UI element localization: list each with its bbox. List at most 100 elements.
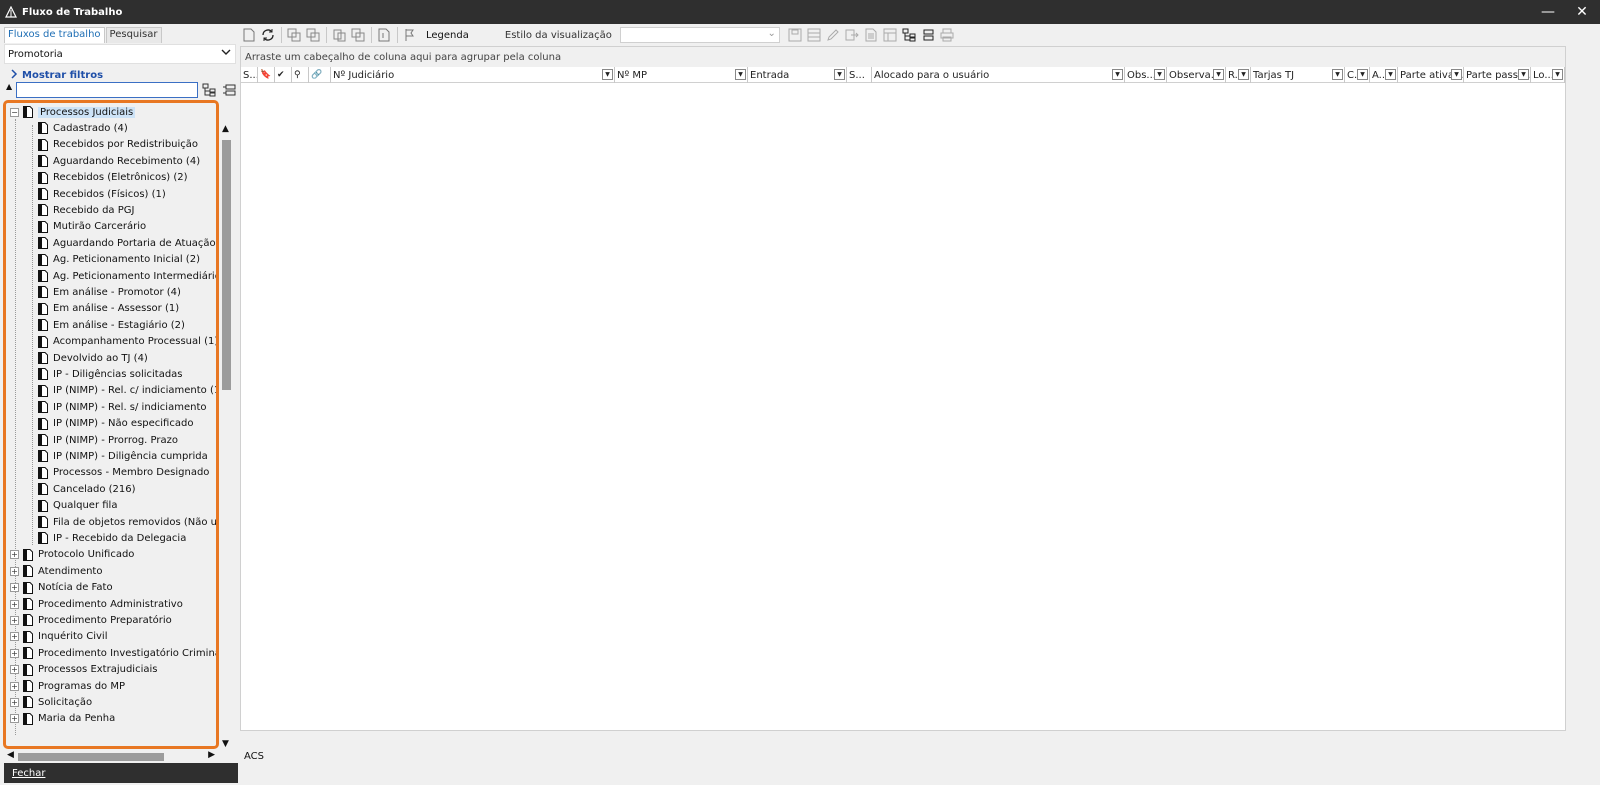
column-filter-icon[interactable]: ▼ <box>1332 69 1343 80</box>
tree-child-item[interactable]: Recebido da PGJ <box>38 202 134 218</box>
tree-child-item[interactable]: IP (NIMP) - Diligência cumprida <box>38 448 208 464</box>
grid-column-header[interactable]: S... <box>847 67 872 83</box>
tree-child-item[interactable]: IP (NIMP) - Prorrog. Prazo <box>38 432 178 448</box>
grid-column-header[interactable]: C... ▼ <box>1345 67 1370 83</box>
column-filter-icon[interactable]: ▼ <box>1213 69 1224 80</box>
grid-column-header[interactable]: ✔ <box>275 67 292 83</box>
tree-expander-icon[interactable]: + <box>10 665 19 675</box>
tree-expander-icon[interactable]: + <box>10 648 19 658</box>
tree-child-item[interactable]: IP (NIMP) - Rel. c/ indiciamento (1) <box>38 383 216 399</box>
grid-column-header[interactable]: ⚲ <box>292 67 309 83</box>
copy-icon[interactable] <box>285 26 303 44</box>
column-filter-icon[interactable]: ▼ <box>602 69 613 80</box>
grid-column-header[interactable]: Parte ativa... ▼ <box>1398 67 1464 83</box>
group-view-icon[interactable] <box>919 26 937 44</box>
scroll-up-icon[interactable]: ▲ <box>222 124 229 134</box>
tree-root-item[interactable]: + Programas do MP <box>10 678 125 694</box>
close-button[interactable]: Fechar <box>4 763 238 783</box>
tree-root-item[interactable]: + Inquérito Civil <box>10 629 107 645</box>
tree-child-item[interactable]: Cadastrado (4) <box>38 120 128 136</box>
grid-column-header[interactable]: Entrada ▼ <box>748 67 847 83</box>
tree-child-item[interactable]: Recebidos (Físicos) (1) <box>38 186 166 202</box>
tree-expander-icon[interactable]: + <box>10 697 19 707</box>
scroll-right-icon[interactable]: ▶ <box>208 750 215 760</box>
collapse-tree-icon[interactable] <box>222 83 236 97</box>
tree-child-item[interactable]: Mutirão Carcerário <box>38 219 146 235</box>
grid-column-header[interactable]: R... ▼ <box>1226 67 1251 83</box>
column-filter-icon[interactable]: ▼ <box>1552 69 1563 80</box>
refresh-icon[interactable] <box>259 26 277 44</box>
column-filter-icon[interactable]: ▼ <box>1451 69 1462 80</box>
column-filter-icon[interactable]: ▼ <box>1357 69 1368 80</box>
profile-select[interactable]: Promotoria <box>4 44 236 64</box>
tab-workflows[interactable]: Fluxos de trabalho <box>4 27 105 43</box>
grid-column-header[interactable]: Tarjas TJ ▼ <box>1251 67 1345 83</box>
tree-root-item[interactable]: + Atendimento <box>10 563 102 579</box>
tree-root-item[interactable]: + Protocolo Unificado <box>10 547 134 563</box>
export-icon[interactable] <box>843 26 861 44</box>
tree-view-icon[interactable] <box>900 26 918 44</box>
tree-root-item[interactable]: + Solicitação <box>10 694 92 710</box>
grid-column-header[interactable]: S... <box>241 67 258 83</box>
grid-column-header[interactable]: Alocado para o usuário ▼ <box>872 67 1125 83</box>
edit-icon[interactable] <box>824 26 842 44</box>
tree-child-item[interactable]: Em análise - Assessor (1) <box>38 301 179 317</box>
legend-icon[interactable] <box>401 26 419 44</box>
tab-search[interactable]: Pesquisar <box>105 27 162 43</box>
scroll-down-icon[interactable]: ▼ <box>222 739 229 749</box>
tree-horizontal-scrollbar[interactable]: ◀ ▶ <box>4 750 218 762</box>
document-list-icon[interactable] <box>862 26 880 44</box>
tree-child-item[interactable]: Fila de objetos removidos (Não usar) ( <box>38 514 216 530</box>
grid-view-icon[interactable] <box>805 26 823 44</box>
grid-column-header[interactable]: Parte passi... ▼ <box>1464 67 1531 83</box>
tree-child-item[interactable]: Aguardando Portaria de Atuação Conj <box>38 235 216 251</box>
sort-up-icon[interactable]: ▲ <box>6 82 12 91</box>
grid-column-header[interactable]: Observa... ▼ <box>1167 67 1226 83</box>
grid-column-header[interactable]: Nº Judiciário ▼ <box>331 67 615 83</box>
close-window-button[interactable]: ✕ <box>1564 0 1600 24</box>
tree-child-item[interactable]: Recebidos por Redistribuição <box>38 137 198 153</box>
tree-child-item[interactable]: Processos - Membro Designado <box>38 465 209 481</box>
tree-root-item[interactable]: + Processos Extrajudiciais <box>10 662 157 678</box>
column-filter-icon[interactable]: ▼ <box>1385 69 1396 80</box>
column-filter-icon[interactable]: ▼ <box>1112 69 1123 80</box>
grid-column-header[interactable]: Obs... ▼ <box>1125 67 1167 83</box>
tree-child-item[interactable]: Qualquer fila <box>38 498 117 514</box>
grid-column-header[interactable]: Lo... ▼ <box>1531 67 1565 83</box>
tree-child-item[interactable]: Cancelado (216) <box>38 481 136 497</box>
tree-child-item[interactable]: IP (NIMP) - Rel. s/ indiciamento <box>38 399 206 415</box>
grid-column-header[interactable]: Nº MP ▼ <box>615 67 748 83</box>
column-filter-icon[interactable]: ▼ <box>735 69 746 80</box>
grid-column-header[interactable]: 🔗 <box>309 67 331 83</box>
tree-expander-icon[interactable]: + <box>10 583 19 593</box>
tree-child-item[interactable]: Ag. Peticionamento Inicial (2) <box>38 252 200 268</box>
scroll-thumb[interactable] <box>222 140 231 390</box>
column-filter-icon[interactable]: ▼ <box>834 69 845 80</box>
tree-child-item[interactable]: Em análise - Promotor (4) <box>38 284 181 300</box>
column-filter-icon[interactable]: ▼ <box>1154 69 1165 80</box>
tree-expander-icon[interactable]: + <box>10 681 19 691</box>
grid-column-header[interactable]: A... ▼ <box>1370 67 1398 83</box>
new-document-icon[interactable] <box>240 26 258 44</box>
tree-root-item[interactable]: + Procedimento Investigatório Criminal <box>10 645 216 661</box>
view-style-select[interactable]: ⌄ <box>619 27 780 43</box>
tree-child-item[interactable]: IP (NIMP) - Não especificado <box>38 416 193 432</box>
tree-expander-icon[interactable]: + <box>10 566 19 576</box>
tree-expander-icon[interactable]: − <box>10 107 19 117</box>
tree-search-input[interactable] <box>16 82 198 98</box>
expand-tree-icon[interactable] <box>202 83 216 97</box>
grid-column-header[interactable]: 🔖 <box>258 67 275 83</box>
column-filter-icon[interactable]: ▼ <box>1238 69 1249 80</box>
tree-expander-icon[interactable]: + <box>10 599 19 609</box>
send-icon[interactable] <box>349 26 367 44</box>
print-icon[interactable] <box>938 26 956 44</box>
show-filters-link[interactable]: Mostrar filtros <box>10 68 103 82</box>
group-by-hint[interactable]: Arraste um cabeçalho de coluna aqui para… <box>241 47 1565 67</box>
tree-child-item[interactable]: Devolvido ao TJ (4) <box>38 350 148 366</box>
tree-expander-icon[interactable]: + <box>10 550 19 560</box>
legend-button[interactable]: Legenda <box>426 30 469 41</box>
tree-child-item[interactable]: Acompanhamento Processual (1) <box>38 334 216 350</box>
duplicate-icon[interactable] <box>304 26 322 44</box>
save-view-icon[interactable] <box>786 26 804 44</box>
tree-child-item[interactable]: Em análise - Estagiário (2) <box>38 317 185 333</box>
